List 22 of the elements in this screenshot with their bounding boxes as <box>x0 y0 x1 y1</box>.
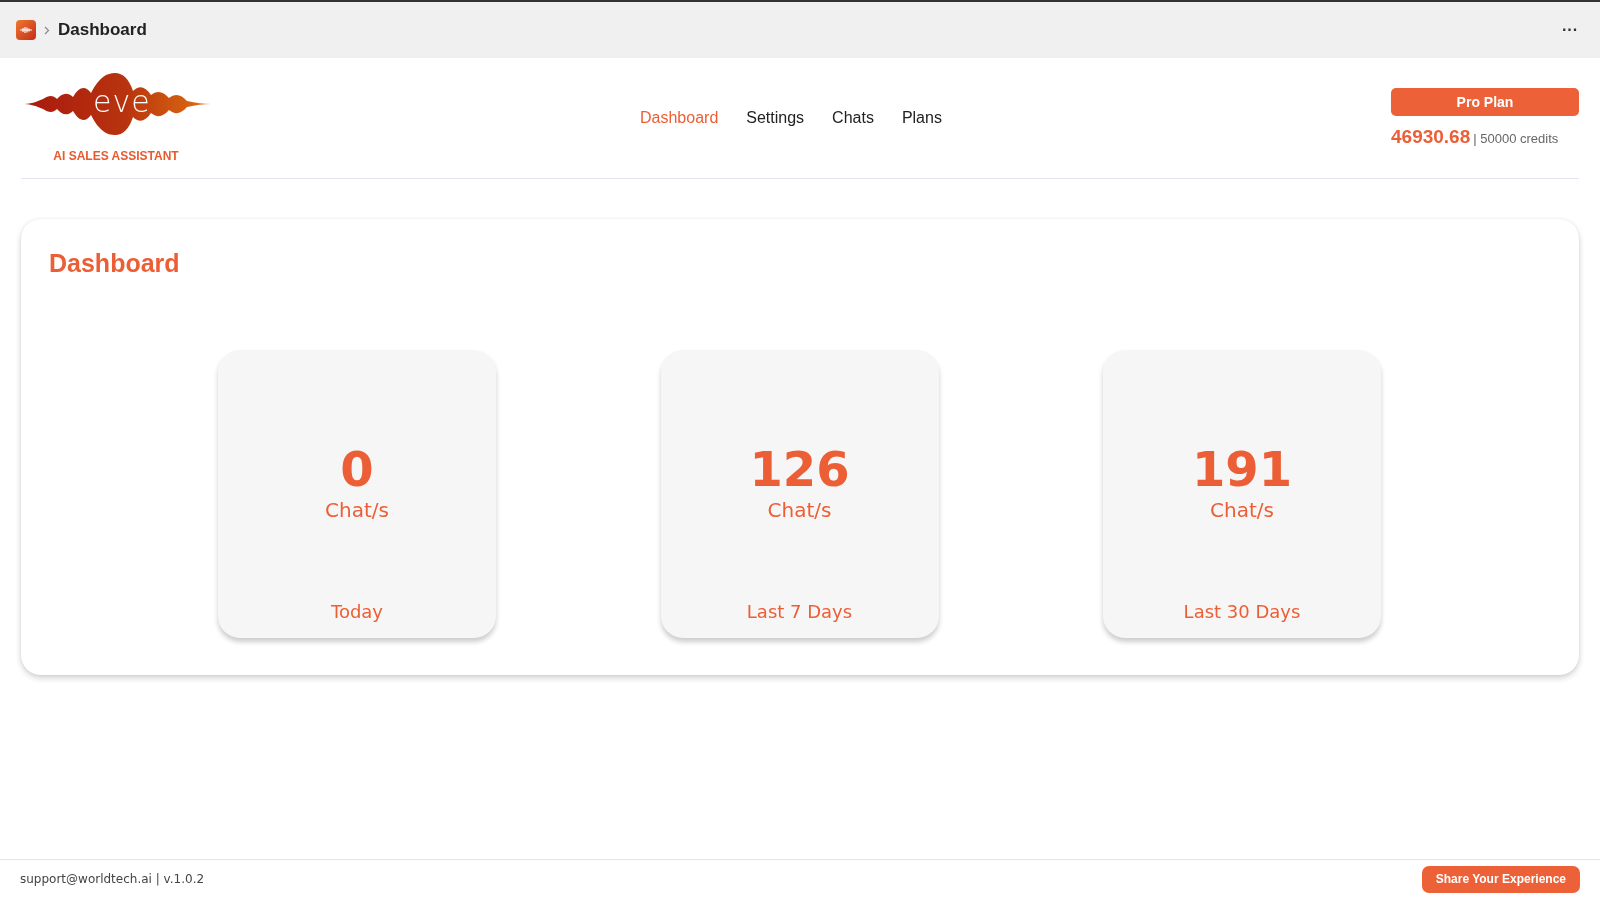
stat-period: Today <box>330 601 384 622</box>
credits-total: | 50000 credits <box>1473 131 1559 146</box>
nav-link[interactable]: Settings <box>746 109 805 127</box>
stat-unit: Chat/s <box>1210 498 1274 522</box>
stat-unit: Chat/s <box>767 498 832 522</box>
nav-link[interactable]: Chats <box>832 109 874 127</box>
nav-link[interactable]: Plans <box>901 109 942 127</box>
support-info: support@worldtech.ai | v.1.0.2 <box>20 872 205 886</box>
credits-balance: 46930.68 <box>1391 126 1471 148</box>
stat-period: Last 7 Days <box>746 601 853 622</box>
window-title: Dashboard <box>58 20 147 40</box>
stat-value: 126 <box>749 442 850 496</box>
app-icon <box>16 20 36 40</box>
stat-value: 0 <box>340 442 374 496</box>
dashboard-heading: Dashboard <box>49 249 181 278</box>
stat-unit: Chat/s <box>325 498 389 522</box>
more-menu-button[interactable]: ··· <box>1556 20 1584 40</box>
stat-value: 191 <box>1191 442 1293 496</box>
chevron-icon <box>44 25 50 35</box>
logo-tagline: AI SALES ASSISTANT <box>53 149 179 163</box>
logo-wordmark: eve <box>93 87 151 117</box>
stat-period: Last 30 Days <box>1183 601 1301 622</box>
